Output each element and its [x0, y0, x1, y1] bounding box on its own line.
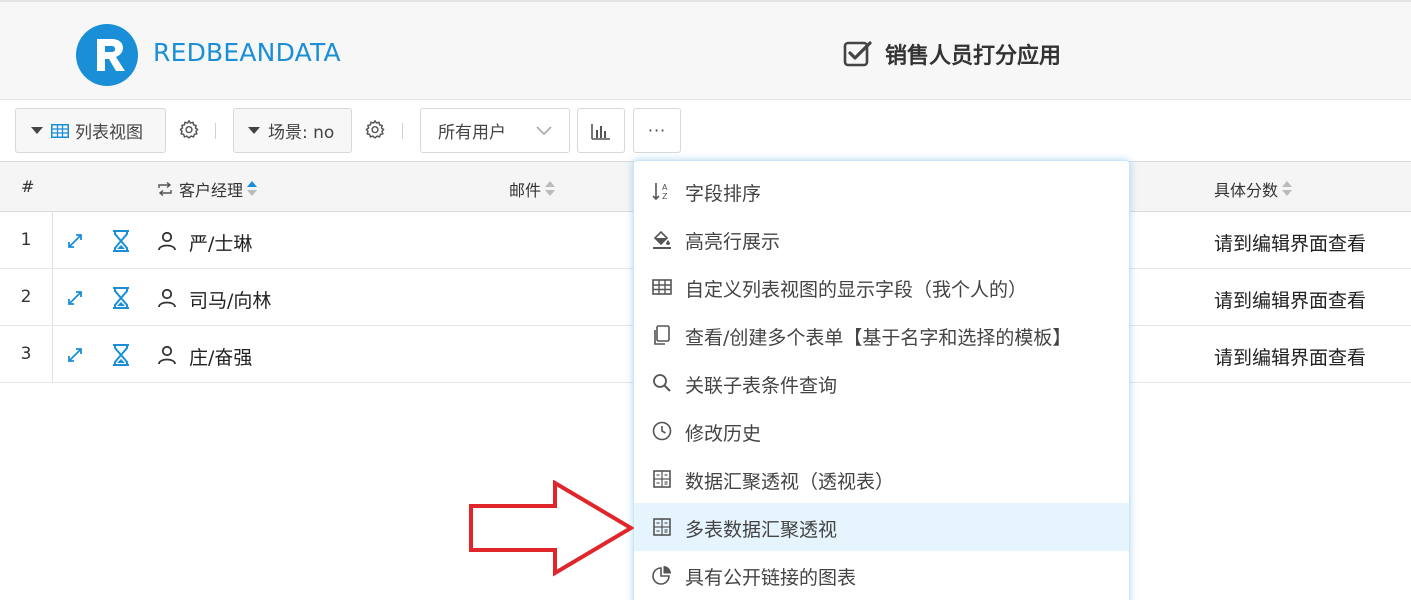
- view-switch-label: 列表视图: [75, 123, 143, 143]
- menu-item-multi-forms[interactable]: 查看/创建多个表单【基于名字和选择的模板】: [634, 311, 1129, 359]
- logo-r-icon: [97, 39, 125, 71]
- manager-name[interactable]: 庄/奋强: [189, 343, 252, 370]
- toolbar-divider: [402, 123, 403, 139]
- app-window: REDBEANDATA 销售人员打分应用 列表视图 场景: no 所有用户 ··…: [0, 0, 1411, 600]
- pie-chart-icon: [652, 566, 671, 585]
- column-header-index: #: [21, 177, 35, 196]
- menu-item-field-sort[interactable]: A Z 字段排序: [634, 167, 1129, 215]
- svg-text:A: A: [662, 183, 668, 192]
- menu-item-label: 关联子表条件查询: [685, 375, 838, 397]
- calculator-icon: [653, 470, 671, 488]
- row-index: 2: [0, 269, 53, 325]
- svg-text:Z: Z: [662, 192, 668, 201]
- user-icon: [158, 231, 176, 251]
- toolbar-divider: [215, 123, 216, 139]
- more-actions-menu: A Z 字段排序 高亮行展示 自定义列表视图的显示字段（我个人的） 查看/创建多…: [633, 160, 1130, 600]
- menu-item-custom-fields[interactable]: 自定义列表视图的显示字段（我个人的）: [634, 263, 1129, 311]
- menu-item-subtable-query[interactable]: 关联子表条件查询: [634, 359, 1129, 407]
- app-header: REDBEANDATA 销售人员打分应用: [0, 0, 1411, 100]
- app-title: 销售人员打分应用: [885, 44, 1062, 69]
- swap-icon: [158, 182, 172, 196]
- chart-button[interactable]: [577, 108, 625, 153]
- caret-down-icon: [31, 127, 43, 134]
- user-icon: [158, 288, 176, 308]
- column-header-email[interactable]: 邮件: [509, 177, 556, 201]
- sort-az-icon: A Z: [652, 183, 668, 201]
- menu-item-label: 具有公开链接的图表: [685, 567, 857, 589]
- menu-item-label: 字段排序: [685, 183, 762, 205]
- menu-item-history[interactable]: 修改历史: [634, 407, 1129, 455]
- copy-forms-icon: [654, 325, 670, 345]
- view-switch-button[interactable]: 列表视图: [15, 108, 166, 153]
- menu-item-label: 高亮行展示: [685, 231, 781, 253]
- scene-label: 场景: no: [268, 123, 335, 143]
- row-index: 1: [0, 212, 53, 268]
- table-grid-icon: [652, 279, 672, 295]
- sort-icon[interactable]: [247, 181, 258, 197]
- menu-item-label: 多表数据汇聚透视: [685, 519, 838, 541]
- manager-name[interactable]: 司马/向林: [189, 286, 271, 313]
- user-filter-select[interactable]: 所有用户: [420, 108, 570, 153]
- more-icon: ···: [647, 121, 667, 140]
- user-icon: [158, 345, 176, 365]
- hourglass-icon[interactable]: [111, 230, 131, 252]
- hourglass-icon[interactable]: [111, 344, 131, 366]
- column-header-score[interactable]: 具体分数: [1214, 177, 1293, 201]
- menu-item-label: 数据汇聚透视（透视表）: [685, 471, 895, 493]
- score-cell: 请到编辑界面查看: [1214, 347, 1367, 369]
- more-button[interactable]: ···: [633, 108, 681, 153]
- hourglass-icon[interactable]: [111, 287, 131, 309]
- menu-item-public-chart[interactable]: 具有公开链接的图表: [634, 551, 1129, 599]
- menu-item-label: 自定义列表视图的显示字段（我个人的）: [685, 279, 1028, 301]
- app-title-group: 销售人员打分应用: [843, 38, 1061, 70]
- search-icon: [653, 374, 671, 392]
- row-index: 3: [0, 326, 53, 382]
- paint-bucket-icon: [653, 230, 671, 249]
- table-grid-icon: [51, 123, 69, 138]
- expand-icon[interactable]: [66, 346, 84, 364]
- menu-item-label: 查看/创建多个表单【基于名字和选择的模板】: [685, 327, 1072, 349]
- bar-chart-icon: [591, 123, 610, 140]
- brand-name[interactable]: REDBEANDATA: [153, 38, 341, 67]
- red-arrow-annotation: [469, 480, 634, 577]
- checkbox-checked-icon: [843, 41, 872, 67]
- score-cell: 请到编辑界面查看: [1214, 233, 1367, 255]
- gear-icon[interactable]: [364, 119, 386, 141]
- menu-item-label: 修改历史: [685, 423, 762, 445]
- column-header-manager[interactable]: 客户经理: [157, 177, 258, 201]
- expand-icon[interactable]: [66, 232, 84, 250]
- menu-item-pivot[interactable]: 数据汇聚透视（透视表）: [634, 455, 1129, 503]
- clock-history-icon: [652, 421, 672, 441]
- expand-icon[interactable]: [66, 289, 84, 307]
- toolbar: 列表视图 场景: no 所有用户 ···: [0, 101, 1411, 161]
- manager-name[interactable]: 严/士琳: [189, 229, 252, 256]
- menu-item-highlight-rows[interactable]: 高亮行展示: [634, 215, 1129, 263]
- caret-down-icon: [248, 127, 260, 134]
- chevron-down-icon: [536, 126, 552, 136]
- user-filter-value: 所有用户: [438, 123, 506, 143]
- score-cell: 请到编辑界面查看: [1214, 290, 1367, 312]
- gear-icon[interactable]: [178, 119, 200, 141]
- sort-icon[interactable]: [1282, 181, 1293, 197]
- menu-item-multi-table-pivot[interactable]: 多表数据汇聚透视: [634, 503, 1129, 551]
- logo[interactable]: [76, 24, 138, 86]
- column-header-score-label: 具体分数: [1214, 181, 1279, 200]
- column-header-email-label: 邮件: [509, 181, 542, 200]
- scene-button[interactable]: 场景: no: [233, 108, 352, 153]
- calculator-icon: [653, 518, 671, 536]
- column-header-manager-label: 客户经理: [179, 181, 244, 200]
- sort-icon[interactable]: [545, 181, 556, 197]
